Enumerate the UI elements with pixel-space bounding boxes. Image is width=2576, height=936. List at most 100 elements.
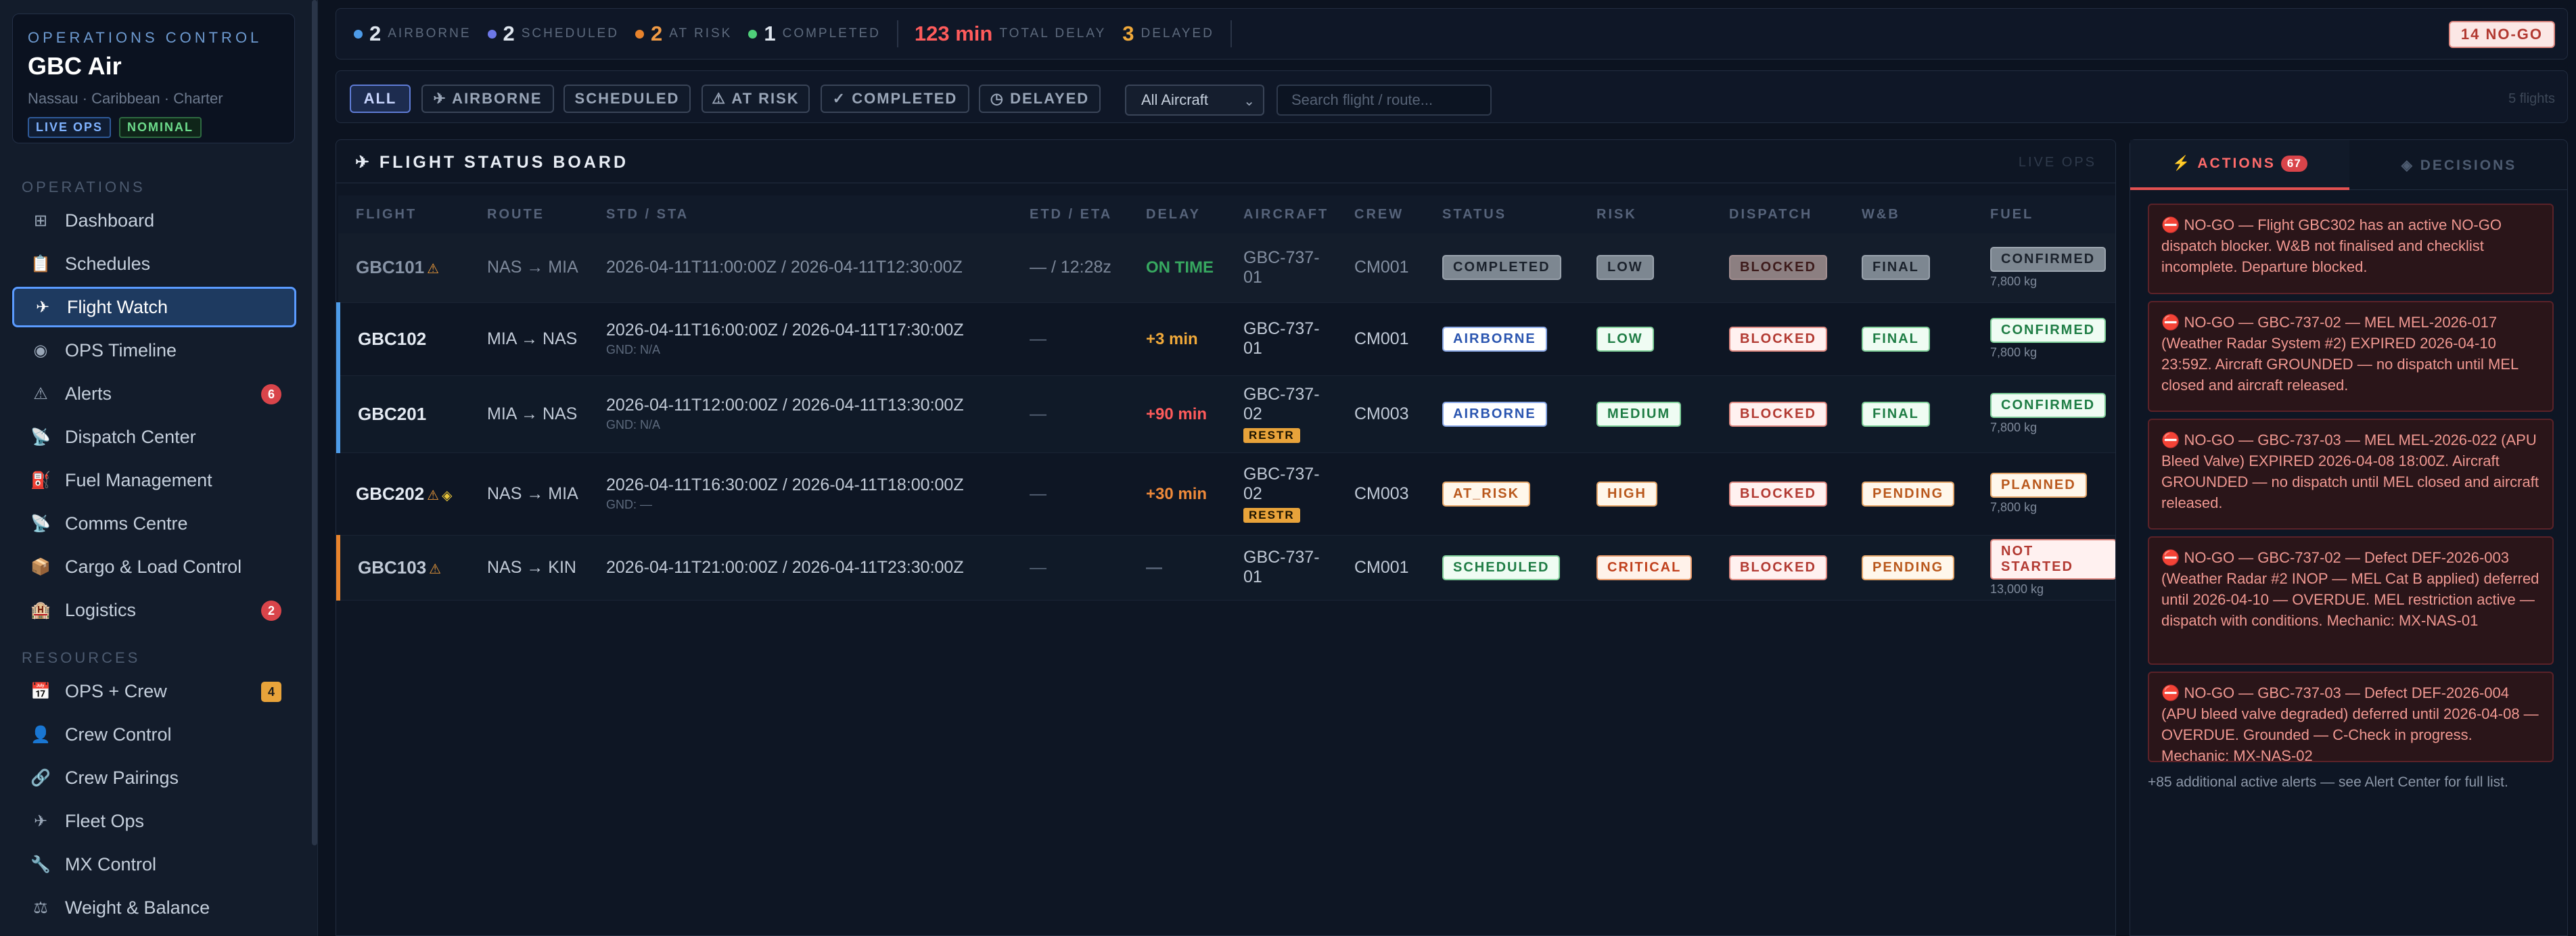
sidebar-item-comms-centre[interactable]: 📡 Comms Centre <box>12 503 296 544</box>
risk-badge: MEDIUM <box>1596 401 1682 427</box>
sidebar-item-crew-control[interactable]: 👤 Crew Control <box>12 714 296 755</box>
filter-at-risk-button[interactable]: ⚠ AT RISK <box>702 85 810 113</box>
tab-actions[interactable]: ⚡ ACTIONS 67 <box>2130 140 2349 190</box>
route: NAS → KIN <box>487 557 576 577</box>
wb-badge[interactable]: FINAL <box>1862 401 1930 427</box>
col-crew[interactable]: CREW <box>1337 195 1425 233</box>
filter-completed-button[interactable]: ✓ COMPLETED <box>821 85 969 113</box>
dispatch-badge[interactable]: BLOCKED <box>1729 401 1827 427</box>
wb-badge[interactable]: PENDING <box>1862 481 1955 507</box>
aircraft-reg-suffix: 01 <box>1243 567 1262 586</box>
target-icon: ◉ <box>33 341 48 360</box>
filter-all-button[interactable]: ALL <box>350 85 411 113</box>
flight-number[interactable]: GBC101 <box>356 257 424 277</box>
sidebar-item-schedules[interactable]: 📋 Schedules <box>12 243 296 284</box>
flight-number[interactable]: GBC102 <box>358 329 426 349</box>
col-wb[interactable]: W&B <box>1844 195 1973 233</box>
col-fuel[interactable]: FUEL <box>1973 195 2115 233</box>
table-row[interactable]: GBC102 MIA → NAS 2026-04-11T16:00:00Z / … <box>338 302 2115 375</box>
delay-value: +3 min <box>1146 329 1198 348</box>
flight-number[interactable]: GBC202 <box>356 484 424 504</box>
col-route[interactable]: ROUTE <box>469 195 589 233</box>
dispatch-badge[interactable]: BLOCKED <box>1729 481 1827 507</box>
col-std-sta[interactable]: STD / STA <box>589 195 1012 233</box>
completed-label: COMPLETED <box>782 26 881 41</box>
col-dispatch[interactable]: DISPATCH <box>1711 195 1844 233</box>
filter-scheduled-button[interactable]: SCHEDULED <box>564 85 691 113</box>
dispatch-badge[interactable]: BLOCKED <box>1729 326 1827 352</box>
alert-card[interactable]: ⛔ NO-GO — GBC-737-02 — MEL MEL-2026-017 … <box>2148 301 2554 412</box>
aircraft-reg: GBC-737- <box>1243 384 1320 404</box>
flight-number[interactable]: GBC103 <box>358 557 426 578</box>
filter-airborne-button[interactable]: ✈ AIRBORNE <box>421 85 554 113</box>
fuel-badge[interactable]: CONFIRMED <box>1990 393 2107 418</box>
total-delay-label: TOTAL DELAY <box>999 26 1107 41</box>
sidebar-item-cargo-load-control[interactable]: 📦 Cargo & Load Control <box>12 546 296 587</box>
col-aircraft[interactable]: AIRCRAFT <box>1226 195 1337 233</box>
airborne-dot <box>354 29 363 39</box>
tab-decisions-label: ◈ DECISIONS <box>2401 157 2517 173</box>
sidebar-item-dashboard[interactable]: ⊞ Dashboard <box>12 200 296 241</box>
dispatch-badge[interactable]: BLOCKED <box>1729 255 1827 281</box>
sidebar-item-label: Dispatch Center <box>65 426 196 447</box>
sidebar-item-ops-timeline[interactable]: ◉ OPS Timeline <box>12 330 296 371</box>
sidebar-item-label: OPS + Crew <box>65 680 167 701</box>
alert-card[interactable]: ⛔ NO-GO — Flight GBC302 has an active NO… <box>2148 204 2554 294</box>
sidebar-item-dispatch-center[interactable]: 📡 Dispatch Center <box>12 417 296 457</box>
wb-badge[interactable]: FINAL <box>1862 255 1930 281</box>
route: MIA → NAS <box>487 404 578 423</box>
sidebar-item-weight-balance[interactable]: ⚖ Weight & Balance <box>12 887 296 928</box>
aircraft-reg: GBC-737- <box>1243 319 1320 338</box>
table-row[interactable]: GBC201 MIA → NAS 2026-04-11T12:00:00Z / … <box>338 375 2115 452</box>
airborne-count: 2 <box>369 22 382 45</box>
alert-card[interactable]: ⛔ NO-GO — GBC-737-02 — Defect DEF-2026-0… <box>2148 536 2554 665</box>
delay-value: +90 min <box>1146 404 1208 423</box>
table-row[interactable]: GBC101 ⚠ NAS → MIA 2026-04-11T11:00:00Z /… <box>338 233 2115 302</box>
fuel-badge[interactable]: PLANNED <box>1990 473 2087 498</box>
col-status[interactable]: STATUS <box>1425 195 1579 233</box>
sidebar-scrollbar[interactable] <box>312 0 317 845</box>
logistics-count-badge: 2 <box>261 601 281 621</box>
col-etd-eta[interactable]: ETD / ETA <box>1012 195 1128 233</box>
alert-card[interactable]: ⛔ NO-GO — GBC-737-03 — MEL MEL-2026-022 … <box>2148 419 2554 530</box>
sidebar-item-label: Comms Centre <box>65 513 188 534</box>
fuel-badge[interactable]: NOT STARTED <box>1990 538 2115 580</box>
etd-eta: — <box>1030 329 1046 348</box>
sidebar-item-ops-crew[interactable]: 📅 OPS + Crew 4 <box>12 671 296 711</box>
filter-delayed-button[interactable]: ◷ DELAYED <box>979 85 1101 113</box>
sidebar-item-fuel-management[interactable]: ⛽ Fuel Management <box>12 460 296 500</box>
wb-badge[interactable]: PENDING <box>1862 555 1955 580</box>
etd-eta: — <box>1030 404 1046 423</box>
status-badge: COMPLETED <box>1442 255 1561 281</box>
tab-decisions[interactable]: ◈ DECISIONS <box>2349 140 2569 190</box>
fuel-badge[interactable]: CONFIRMED <box>1990 318 2107 343</box>
sidebar-item-label: Flight Watch <box>67 296 168 317</box>
sidebar-item-label: MX Control <box>65 853 157 874</box>
sidebar-item-label: OPS Timeline <box>65 340 177 360</box>
sidebar-item-fleet-ops[interactable]: ✈ Fleet Ops <box>12 801 296 841</box>
sidebar-item-alerts[interactable]: ⚠ Alerts 6 <box>12 373 296 414</box>
sidebar-item-crew-pairings[interactable]: 🔗 Crew Pairings <box>12 757 296 798</box>
status-badge: AIRBORNE <box>1442 401 1547 427</box>
table-row[interactable]: GBC103 ⚠ NAS → KIN 2026-04-11T21:00:00Z /… <box>338 535 2115 600</box>
summary-bar: 2 AIRBORNE 2 SCHEDULED 2 AT RISK 1 COMPLETED… <box>336 8 2568 60</box>
sidebar-item-logistics[interactable]: 🏨 Logistics 2 <box>12 590 296 630</box>
sidebar-item-flight-watch[interactable]: ✈ Flight Watch <box>12 287 296 327</box>
dispatch-badge[interactable]: BLOCKED <box>1729 555 1827 580</box>
delay-value: — <box>1146 558 1162 577</box>
aircraft-select[interactable]: All Aircraft ⌄ <box>1125 85 1264 116</box>
fuel-badge[interactable]: CONFIRMED <box>1990 246 2107 272</box>
sidebar-item-mx-control[interactable]: 🔧 MX Control <box>12 844 296 885</box>
table-row[interactable]: GBC202 ⚠ ◈ NAS → MIA 2026-04-11T16:30:00Z … <box>338 452 2115 535</box>
col-risk[interactable]: RISK <box>1579 195 1711 233</box>
aircraft-select-value: All Aircraft <box>1141 91 1209 108</box>
col-delay[interactable]: DELAY <box>1128 195 1226 233</box>
ground-time: GND: — <box>606 498 653 511</box>
actions-panel: ⚡ ACTIONS 67 ◈ DECISIONS ⛔ NO-GO — Flight… <box>2130 139 2568 936</box>
nogo-badge[interactable]: 14 NO-GO <box>2448 21 2555 48</box>
flight-number[interactable]: GBC201 <box>358 404 426 424</box>
col-flight[interactable]: FLIGHT <box>338 195 469 233</box>
search-input[interactable]: Search flight / route... <box>1276 85 1492 116</box>
wb-badge[interactable]: FINAL <box>1862 326 1930 352</box>
alert-card[interactable]: ⛔ NO-GO — GBC-737-03 — Defect DEF-2026-0… <box>2148 672 2554 764</box>
